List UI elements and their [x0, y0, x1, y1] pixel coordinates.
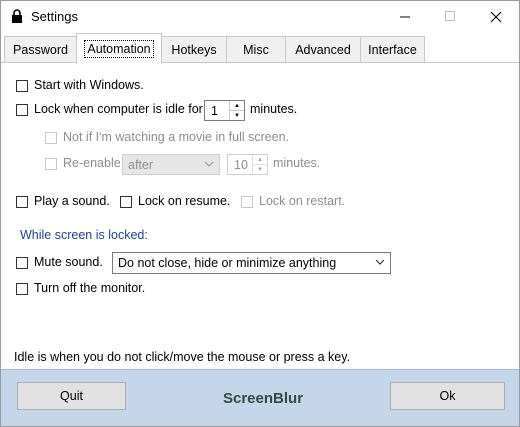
footer-bar: Quit ScreenBlur Ok [1, 369, 519, 426]
reenable-minutes-value: 10 [234, 158, 248, 172]
tab-automation[interactable]: Automation [76, 33, 162, 64]
tab-strip: Password Automation Hotkeys Misc Advance… [1, 33, 519, 64]
minimize-icon [400, 16, 410, 18]
start-windows-label[interactable]: Start with Windows. [34, 78, 144, 92]
tab-password[interactable]: Password [4, 36, 77, 62]
automation-panel: Start with Windows. Lock when computer i… [1, 62, 519, 369]
tab-label: Advanced [295, 42, 351, 57]
play-sound-checkbox[interactable] [16, 196, 28, 208]
tab-label: Interface [368, 42, 417, 57]
tab-interface[interactable]: Interface [360, 36, 425, 62]
chevron-down-icon [204, 161, 214, 167]
lock-idle-checkbox[interactable] [16, 104, 28, 116]
tab-hotkeys[interactable]: Hotkeys [161, 36, 227, 62]
idle-minutes-stepper[interactable]: 1 ▲ ▼ [204, 100, 245, 121]
reenable-minutes-label: minutes. [273, 156, 321, 170]
brand-name: ScreenBlur [223, 390, 304, 407]
mute-sound-label[interactable]: Mute sound. [34, 255, 103, 269]
stepper-up-icon[interactable]: ▲ [230, 101, 244, 111]
reenable-select-value: after [128, 158, 154, 172]
reenable-minutes-stepper[interactable]: 10 ▲ ▼ [227, 154, 268, 175]
locked-behavior-select[interactable]: Do not close, hide or minimize anything [112, 252, 391, 274]
maximize-icon [445, 11, 455, 21]
stepper-down-icon[interactable]: ▼ [230, 111, 244, 120]
mute-sound-checkbox[interactable] [16, 257, 28, 269]
chevron-down-icon [375, 259, 385, 265]
lock-resume-checkbox[interactable] [120, 196, 132, 208]
tab-misc[interactable]: Misc [226, 36, 286, 62]
lock-resume-label[interactable]: Lock on resume. [138, 194, 230, 208]
lock-idle-label[interactable]: Lock when computer is idle for [34, 102, 203, 116]
ok-button[interactable]: Ok [390, 382, 505, 410]
turn-off-monitor-checkbox[interactable] [16, 283, 28, 295]
tab-label: Password [13, 42, 68, 57]
tab-label: Misc [243, 42, 269, 57]
reenable-label: Re-enable [63, 156, 121, 170]
quit-button[interactable]: Quit [17, 382, 126, 410]
turn-off-monitor-label[interactable]: Turn off the monitor. [34, 281, 145, 295]
tab-label: Hotkeys [171, 42, 217, 57]
reenable-checkbox[interactable] [45, 158, 57, 170]
start-windows-checkbox[interactable] [16, 80, 28, 92]
idle-note: Idle is when you do not click/move the m… [14, 350, 351, 364]
idle-minutes-label: minutes. [250, 102, 298, 116]
minimize-button[interactable] [383, 1, 428, 32]
close-icon [490, 11, 501, 22]
settings-window: Settings Password Automation Hotkeys Mis… [0, 0, 520, 427]
lock-icon [12, 9, 22, 23]
tab-label: Automation [84, 40, 154, 58]
tab-advanced[interactable]: Advanced [285, 36, 361, 62]
lock-restart-checkbox[interactable] [241, 196, 253, 208]
lock-restart-label: Lock on restart. [259, 194, 346, 208]
play-sound-label[interactable]: Play a sound. [34, 194, 110, 208]
reenable-select[interactable]: after [122, 154, 220, 175]
while-locked-heading: While screen is locked: [20, 228, 148, 242]
close-button[interactable] [473, 1, 518, 32]
idle-minutes-value: 1 [211, 104, 218, 118]
maximize-button [428, 1, 473, 32]
title-bar: Settings [1, 1, 519, 32]
locked-behavior-value: Do not close, hide or minimize anything [118, 256, 337, 270]
not-movie-checkbox[interactable] [45, 132, 57, 144]
stepper-up-icon[interactable]: ▲ [253, 155, 267, 165]
stepper-down-icon[interactable]: ▼ [253, 165, 267, 174]
window-title: Settings [31, 9, 78, 24]
not-movie-label: Not if I'm watching a movie in full scre… [63, 130, 290, 144]
